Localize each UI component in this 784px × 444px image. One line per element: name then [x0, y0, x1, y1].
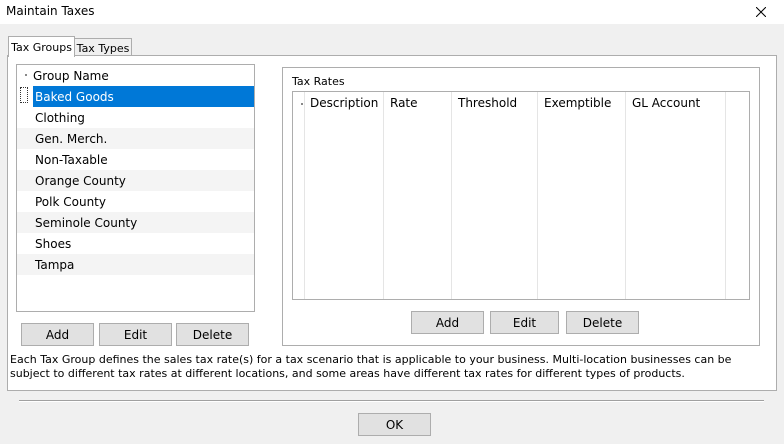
list-item-clothing[interactable]: Clothing [17, 107, 254, 128]
list-item-gen-merch[interactable]: Gen. Merch. [17, 128, 254, 149]
list-item-orange-county[interactable]: Orange County [17, 170, 254, 191]
list-item-label: Shoes [35, 236, 72, 251]
title-bar: Maintain Taxes [0, 0, 784, 24]
list-item-tampa[interactable]: Tampa [17, 254, 254, 275]
list-item-shoes[interactable]: Shoes [17, 233, 254, 254]
edit-rate-button[interactable]: Edit [490, 311, 559, 334]
close-icon [756, 7, 766, 17]
list-item-baked-goods[interactable]: Baked Goods [33, 86, 254, 107]
list-item-label: Polk County [35, 194, 106, 209]
tab-label: Tax Types [76, 41, 130, 55]
edit-group-button[interactable]: Edit [99, 323, 172, 346]
delete-rate-button[interactable]: Delete [566, 311, 639, 334]
list-item-label: Gen. Merch. [35, 131, 108, 146]
column-gl-account[interactable]: GL Account [626, 92, 726, 299]
list-item-seminole-county[interactable]: Seminole County [17, 212, 254, 233]
list-item-polk-county[interactable]: Polk County [17, 191, 254, 212]
tax-rates-label: Tax Rates [291, 75, 346, 88]
list-item-label: Orange County [35, 173, 126, 188]
column-header-label: Exemptible [544, 96, 612, 110]
list-item-label: Tampa [35, 257, 75, 272]
column-header-label: Description [310, 96, 379, 110]
column-rate[interactable]: Rate [384, 92, 452, 299]
sort-indicator-icon [301, 103, 303, 105]
list-item-label: Clothing [35, 110, 85, 125]
focus-indicator [20, 87, 28, 103]
tab-tax-groups[interactable]: Tax Groups [8, 36, 75, 57]
list-item-non-taxable[interactable]: Non-Taxable [17, 149, 254, 170]
tax-group-list[interactable]: Group Name Baked Goods Clothing Gen. Mer… [16, 64, 255, 312]
column-header-label: Rate [390, 96, 418, 110]
add-rate-button[interactable]: Add [411, 311, 484, 334]
delete-group-button[interactable]: Delete [176, 323, 249, 346]
tax-rates-grid[interactable]: Description Rate Threshold Exemptible GL… [292, 91, 750, 300]
column-exemptible[interactable]: Exemptible [538, 92, 626, 299]
tab-label: Tax Groups [11, 40, 72, 54]
list-item-label: Non-Taxable [35, 152, 108, 167]
column-description[interactable]: Description [304, 92, 384, 299]
add-group-button[interactable]: Add [21, 323, 94, 346]
list-item-label: Seminole County [35, 215, 138, 230]
group-list-header[interactable]: Group Name [17, 65, 254, 86]
ok-button[interactable]: OK [358, 413, 431, 436]
footer-separator [19, 400, 764, 402]
close-button[interactable] [738, 0, 784, 24]
column-header-label: Threshold [458, 96, 518, 110]
list-item-label: Baked Goods [35, 89, 114, 104]
window-title: Maintain Taxes [6, 4, 95, 18]
column-header-group-name: Group Name [33, 68, 109, 83]
sort-indicator-icon [25, 74, 27, 76]
column-header-label: GL Account [632, 96, 701, 110]
help-description: Each Tax Group defines the sales tax rat… [10, 353, 732, 380]
column-threshold[interactable]: Threshold [452, 92, 538, 299]
